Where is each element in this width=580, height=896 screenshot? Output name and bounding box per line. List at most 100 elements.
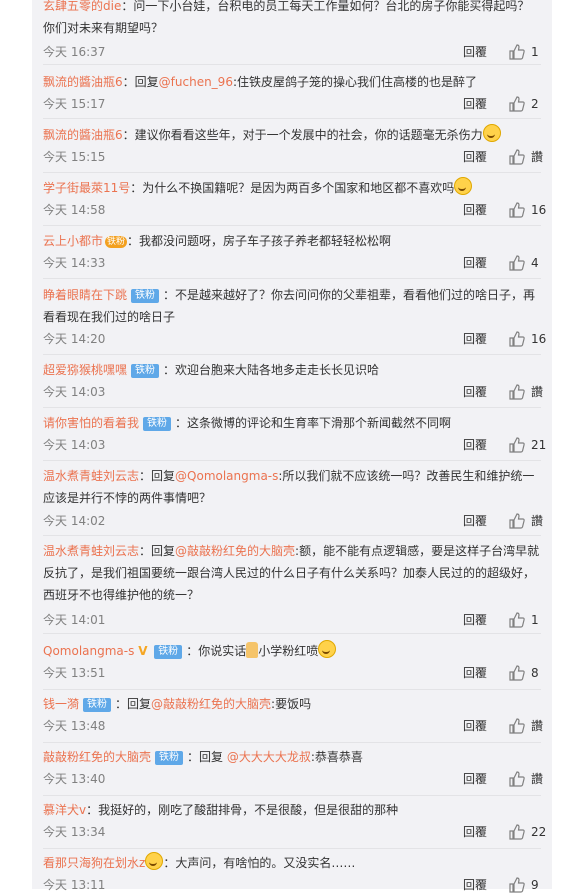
reply-button[interactable]: 回覆	[463, 146, 487, 168]
comment-time: 今天 15:17	[43, 97, 106, 111]
reply-button[interactable]: 回覆	[463, 874, 487, 896]
thumbs-up-icon[interactable]	[509, 331, 525, 347]
comment-mention[interactable]: @敲敲粉红免的大脑壳	[151, 697, 271, 711]
reply-button[interactable]: 回覆	[463, 715, 487, 737]
comment-body: :要饭吗	[271, 697, 312, 711]
like-count: 讚	[531, 514, 544, 528]
thumbs-up-icon[interactable]	[509, 771, 525, 787]
comment-username[interactable]: 慕洋犬v	[43, 803, 86, 817]
comment-username[interactable]: 飘流的醬油瓶6	[43, 75, 123, 89]
comment-time: 今天 15:15	[43, 150, 106, 164]
comment-item: 温水煮青蛙刘云志：回复@Qomolangma-s:所以我们就不应该统一吗？改善民…	[43, 465, 543, 529]
reply-button[interactable]: 回覆	[463, 199, 487, 221]
thumbs-up-icon[interactable]	[509, 384, 525, 400]
comment-username[interactable]: 钱一漪	[43, 697, 79, 711]
thumbs-up-icon[interactable]	[509, 877, 525, 893]
divider	[43, 407, 541, 408]
reply-button[interactable]: 回覆	[463, 381, 487, 403]
comment-username[interactable]: 玄肆五零的die	[43, 0, 121, 13]
reply-button[interactable]: 回覆	[463, 93, 487, 115]
like-count: 1	[531, 45, 539, 59]
like-count: 讚	[531, 385, 544, 399]
iron-fan-badge: 铁粉	[131, 364, 160, 378]
like-count: 21	[531, 438, 547, 452]
comment-prefix: ：回复	[115, 697, 152, 711]
comment-time: 今天 14:58	[43, 203, 106, 217]
comment-text: 看那只海狗在划水z ：大声问，有啥怕的。又没实名……	[43, 852, 541, 874]
thumbs-up-icon[interactable]	[509, 665, 525, 681]
divider	[43, 460, 541, 461]
reply-button[interactable]: 回覆	[463, 252, 487, 274]
comment-text: 钱一漪 铁粉 ：回复@敲敲粉红免的大脑壳:要饭吗	[43, 693, 541, 715]
thumbs-up-icon[interactable]	[509, 255, 525, 271]
thumbs-up-icon[interactable]	[509, 44, 525, 60]
comment-mention[interactable]: @大大大大龙叔	[227, 750, 311, 764]
reply-button[interactable]: 回覆	[463, 510, 487, 532]
comment-meta: 今天 13:48 回覆 讚	[43, 715, 543, 737]
comment-body: ：建议你看看这些年，对于一个发展中的社会，你的话题毫无杀伤力	[122, 128, 483, 142]
comment-meta: 今天 13:51 回覆 8	[43, 662, 541, 684]
comment-mention[interactable]: @Qomolangma-s	[175, 469, 278, 483]
reply-button[interactable]: 回覆	[463, 41, 487, 63]
comment-username[interactable]: Qomolangma-s	[43, 644, 134, 658]
comment-item: 飘流的醬油瓶6：建议你看看这些年，对于一个发展中的社会，你的话题毫无杀伤力 今天…	[43, 124, 543, 165]
reply-button[interactable]: 回覆	[463, 821, 487, 843]
comment-username[interactable]: 睁着眼睛在下跳	[43, 288, 127, 302]
reply-button[interactable]: 回覆	[463, 662, 487, 684]
comment-username[interactable]: 超爱猕猴桃嘿嘿	[43, 363, 127, 377]
comment-username[interactable]: 看那只海狗在划水z	[43, 856, 145, 870]
divider	[43, 278, 541, 279]
thumbs-up-icon[interactable]	[509, 149, 525, 165]
comment-meta: 今天 14:01 回覆 1	[43, 609, 541, 631]
reply-button[interactable]: 回覆	[463, 768, 487, 790]
iron-fan-badge: 铁粉	[83, 698, 112, 712]
comment-body: ：你说实话	[186, 644, 247, 658]
fan-medal-icon	[145, 852, 164, 870]
comment-username[interactable]: 敲敲粉红免的大脑壳	[43, 750, 151, 764]
comment-username[interactable]: 温水煮青蛙刘云志	[43, 544, 139, 558]
comment-meta: 今天 13:11 回覆 9	[43, 874, 541, 896]
comment-body: ：这条微博的评论和生育率下滑那个新闻截然不同啊	[175, 416, 452, 430]
reply-button[interactable]: 回覆	[463, 434, 487, 456]
comment-username[interactable]: 飘流的醬油瓶6	[43, 128, 123, 142]
divider	[43, 742, 541, 743]
iron-fan-badge: 铁粉	[155, 751, 184, 765]
comment-time: 今天 14:33	[43, 256, 106, 270]
comment-time: 今天 14:03	[43, 385, 106, 399]
thumbs-up-icon[interactable]	[509, 202, 525, 218]
comment-item: 飘流的醬油瓶6：回复@fuchen_96:住铁皮屋鸽子笼的操心我们住高楼的也是醉…	[43, 71, 541, 112]
comment-username[interactable]: 学子街最萊11号	[43, 181, 130, 195]
like-count: 4	[531, 256, 539, 270]
comment-text: 慕洋犬v：我挺好的，刚吃了酸甜排骨，不是很酸，但是很甜的那种	[43, 799, 541, 821]
comment-body: :恭喜恭喜	[310, 750, 363, 764]
fan-medal-badge: 铁粉	[105, 236, 128, 248]
thumbs-up-icon[interactable]	[509, 437, 525, 453]
reply-button[interactable]: 回覆	[463, 609, 487, 631]
comment-username[interactable]: 云上小都市	[43, 234, 103, 248]
comment-username[interactable]: 请你害怕的看着我	[43, 416, 139, 430]
thumbs-up-icon[interactable]	[509, 718, 525, 734]
thumbs-up-icon[interactable]	[509, 513, 525, 529]
comment-time: 今天 13:34	[43, 825, 106, 839]
comment-meta: 今天 15:17 回覆 2	[43, 93, 541, 115]
comment-time: 今天 13:48	[43, 719, 106, 733]
comment-username[interactable]: 温水煮青蛙刘云志	[43, 469, 139, 483]
comment-meta: 今天 14:03 回覆 讚	[43, 381, 544, 403]
thumbs-up-icon[interactable]	[509, 96, 525, 112]
comment-item: 学子街最萊11号：为什么不换国籍呢？是因为两百多个国家和地区都不喜欢吗 今天 1…	[43, 177, 546, 218]
comment-mention[interactable]: @敲敲粉红免的大脑壳	[175, 544, 295, 558]
thumbs-up-icon[interactable]	[509, 612, 525, 628]
comment-meta: 今天 16:37 回覆 1	[43, 41, 541, 63]
comment-time: 今天 14:20	[43, 332, 106, 346]
comment-item: 云上小都市 铁粉 ：我都没问题呀，房子车子孩子养老都轻轻松松啊 今天 14:33 回…	[43, 230, 541, 271]
comment-text: 睁着眼睛在下跳 铁粉 ：不是越来越好了？你去问问你的父辈祖辈，看看他们过的啥日子，再…	[43, 284, 541, 328]
thumbs-up-emoji-icon	[246, 642, 259, 658]
comment-text: Qomolangma-s V 铁粉 ：你说实话 小学粉红喷	[43, 640, 541, 662]
like-count: 22	[531, 825, 547, 839]
thumbs-up-icon[interactable]	[509, 824, 525, 840]
like-count: 8	[531, 666, 539, 680]
comment-item: 钱一漪 铁粉 ：回复@敲敲粉红免的大脑壳:要饭吗 今天 13:48 回覆 讚	[43, 693, 543, 734]
reply-button[interactable]: 回覆	[463, 328, 487, 350]
divider	[43, 225, 541, 226]
comment-mention[interactable]: @fuchen_96	[159, 75, 233, 89]
